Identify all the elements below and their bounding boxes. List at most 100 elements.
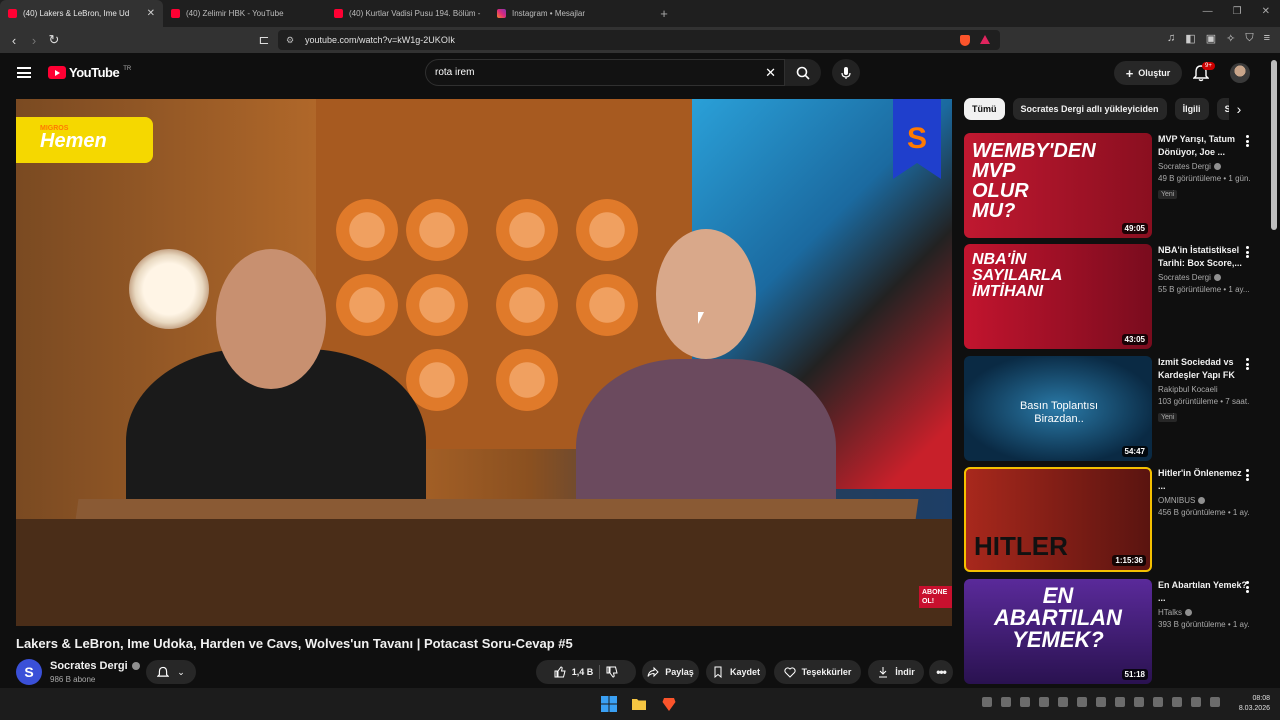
- sidebar-icon[interactable]: ◧: [1185, 32, 1195, 45]
- create-button[interactable]: + Oluştur: [1114, 61, 1182, 85]
- youtube-logo[interactable]: YouTube TR: [48, 65, 131, 80]
- tray-icon[interactable]: [1096, 697, 1106, 707]
- more-options-icon[interactable]: [1246, 581, 1250, 593]
- thanks-button[interactable]: Teşekkürler: [774, 660, 861, 684]
- recommendation-item[interactable]: EN ABARTILAN YEMEK? 51:18 En Abartılan Y…: [964, 579, 1264, 684]
- channel-name[interactable]: Socrates Dergi: [50, 660, 140, 672]
- more-options-icon[interactable]: [1246, 246, 1250, 258]
- search-icon: [796, 66, 810, 80]
- video-thumbnail[interactable]: HITLER 1:15:36: [964, 467, 1152, 572]
- video-title: Lakers & LeBron, Ime Udoka, Harden ve Ca…: [16, 636, 573, 651]
- more-options-icon[interactable]: [1246, 358, 1250, 370]
- download-button[interactable]: İndir: [868, 660, 924, 684]
- more-options-icon[interactable]: [1246, 135, 1250, 147]
- tray-icon[interactable]: [1115, 697, 1125, 707]
- wallet-icon[interactable]: ▣: [1206, 32, 1216, 45]
- save-label: Kaydet: [729, 667, 760, 677]
- media-icon[interactable]: ♫: [1167, 32, 1175, 45]
- channel-avatar[interactable]: S: [16, 659, 42, 685]
- close-window-icon[interactable]: ✕: [1262, 6, 1270, 17]
- minimize-icon[interactable]: —: [1203, 6, 1213, 17]
- tray-icon[interactable]: [1001, 697, 1011, 707]
- reload-icon[interactable]: ↻: [44, 32, 64, 48]
- new-tab-button[interactable]: +: [652, 0, 676, 27]
- restore-icon[interactable]: ❐: [1233, 6, 1242, 17]
- recommendation-title[interactable]: Hitler'in Önlenemez ...: [1158, 467, 1250, 493]
- browser-tab-0[interactable]: (40) Lakers & LeBron, Ime Ud ✕: [0, 0, 163, 27]
- recommendation-channel[interactable]: OMNIBUS: [1158, 496, 1250, 505]
- back-icon[interactable]: ‹: [4, 33, 24, 48]
- tray-icon[interactable]: [1134, 697, 1144, 707]
- subscribe-overlay[interactable]: ABONE OL!: [919, 586, 952, 608]
- bookmark-icon[interactable]: ⊏: [254, 32, 274, 48]
- tray-icon[interactable]: [1039, 697, 1049, 707]
- file-explorer-icon[interactable]: [631, 696, 647, 712]
- chips-next-arrow-icon[interactable]: ›: [1229, 98, 1249, 120]
- account-avatar[interactable]: [1230, 63, 1250, 83]
- recommendation-title[interactable]: En Abartılan Yemek? ...: [1158, 579, 1250, 605]
- recommendation-info: Izmit Sociedad vs Kardeşler Yapı FK Raki…: [1158, 356, 1250, 424]
- windows-start-icon[interactable]: [601, 696, 617, 712]
- site-info-icon[interactable]: ⚙: [286, 35, 294, 46]
- brave-browser-icon[interactable]: [661, 696, 677, 712]
- vpn-icon[interactable]: ⛉: [1245, 32, 1253, 45]
- tray-icon[interactable]: [1172, 697, 1182, 707]
- share-button[interactable]: Paylaş: [642, 660, 699, 684]
- recommendation-title[interactable]: MVP Yarışı, Tatum Dönüyor, Joe ...: [1158, 133, 1250, 159]
- voice-search-button[interactable]: [832, 59, 860, 86]
- browser-tab-1[interactable]: (40) Zelimir HBK - YouTube: [163, 0, 326, 27]
- recommendation-item[interactable]: Basın Toplantısı Birazdan.. 54:47 Izmit …: [964, 356, 1264, 461]
- chip-all[interactable]: Tümü: [964, 98, 1005, 120]
- browser-tab-2[interactable]: (40) Kurtlar Vadisi Pusu 194. Bölüm -: [326, 0, 489, 27]
- video-thumbnail[interactable]: NBA'İN SAYILARLA İMTİHANI 43:05: [964, 244, 1152, 349]
- close-tab-icon[interactable]: ✕: [147, 8, 155, 19]
- browser-tab-3[interactable]: Instagram • Mesajlar: [489, 0, 652, 27]
- hamburger-menu-icon[interactable]: [17, 67, 31, 78]
- recommendation-channel[interactable]: Rakipbul Kocaeli: [1158, 385, 1250, 394]
- wall-disc: [336, 274, 398, 336]
- recommendation-channel[interactable]: Socrates Dergi: [1158, 273, 1250, 282]
- forward-icon[interactable]: ›: [24, 33, 44, 48]
- save-button[interactable]: Kaydet: [706, 660, 766, 684]
- tray-icon[interactable]: [1153, 697, 1163, 707]
- recommendation-title[interactable]: Izmit Sociedad vs Kardeşler Yapı FK: [1158, 356, 1250, 382]
- tray-icon[interactable]: [1020, 697, 1030, 707]
- search-input[interactable]: rota irem ✕: [425, 59, 785, 86]
- channel-text: Rakipbul Kocaeli: [1158, 385, 1218, 394]
- rewards-icon[interactable]: [980, 35, 990, 44]
- chip-related[interactable]: İlgili: [1174, 98, 1209, 120]
- video-thumbnail[interactable]: WEMBY'DEN MVP OLUR MU? 49:05: [964, 133, 1152, 238]
- page-scrollbar[interactable]: [1271, 60, 1277, 230]
- chip-from-uploader[interactable]: Socrates Dergi adlı yükleyiciden: [1012, 98, 1167, 120]
- wifi-icon[interactable]: [1191, 697, 1201, 707]
- tray-icon[interactable]: [982, 697, 992, 707]
- tray-icon[interactable]: [1077, 697, 1087, 707]
- thumbs-down-icon[interactable]: [606, 666, 618, 678]
- recommendation-channel[interactable]: Socrates Dergi: [1158, 162, 1250, 171]
- more-options-icon[interactable]: [1246, 469, 1250, 481]
- like-button[interactable]: 1,4 B: [554, 666, 593, 678]
- volume-icon[interactable]: [1210, 697, 1220, 707]
- video-player[interactable]: MIGROS Hemen S ABONE OL!: [16, 99, 952, 626]
- video-thumbnail[interactable]: Basın Toplantısı Birazdan.. 54:47: [964, 356, 1152, 461]
- search-button[interactable]: [785, 59, 821, 86]
- recommendation-title[interactable]: NBA'in İstatistiksel Tarihi: Box Score,.…: [1158, 244, 1250, 270]
- search-value: rota irem: [435, 67, 475, 78]
- subscription-bell-button[interactable]: ⌄: [146, 660, 196, 684]
- browser-menu-icon[interactable]: ≡: [1264, 32, 1270, 45]
- recommendation-item[interactable]: WEMBY'DEN MVP OLUR MU? 49:05 MVP Yarışı,…: [964, 133, 1264, 238]
- more-actions-button[interactable]: •••: [929, 660, 953, 684]
- tab-title: (40) Zelimir HBK - YouTube: [186, 9, 284, 18]
- video-thumbnail[interactable]: EN ABARTILAN YEMEK? 51:18: [964, 579, 1152, 684]
- address-bar[interactable]: ⚙ youtube.com/watch?v=kW1g-2UKOIk: [278, 30, 1000, 50]
- system-clock[interactable]: 08:08 8.03.2026: [1239, 694, 1270, 714]
- clear-search-icon[interactable]: ✕: [765, 65, 776, 81]
- wall-disc: [336, 199, 398, 261]
- recommendation-item[interactable]: NBA'İN SAYILARLA İMTİHANI 43:05 NBA'in İ…: [964, 244, 1264, 349]
- leo-ai-icon[interactable]: ✧: [1226, 32, 1235, 45]
- recommendation-item[interactable]: HITLER 1:15:36 Hitler'in Önlenemez ... O…: [964, 467, 1264, 572]
- verified-icon: [1213, 274, 1221, 281]
- recommendation-channel[interactable]: HTalks: [1158, 608, 1250, 617]
- tray-icon[interactable]: [1058, 697, 1068, 707]
- brave-shield-icon[interactable]: [960, 34, 970, 46]
